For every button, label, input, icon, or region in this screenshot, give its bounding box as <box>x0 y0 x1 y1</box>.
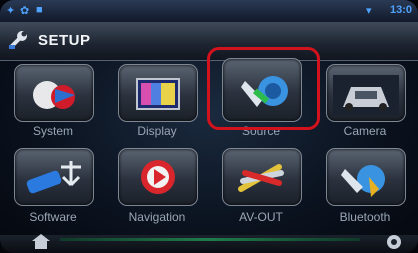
camera-icon <box>333 75 399 115</box>
bluetooth-icon <box>341 165 385 197</box>
display-label: Display <box>137 124 177 138</box>
system-icon <box>33 81 75 109</box>
navigation-icon <box>141 160 175 194</box>
display-tile[interactable] <box>118 64 198 122</box>
wrench-icon <box>9 31 27 49</box>
camera-label: Camera <box>343 124 387 138</box>
selection-highlight <box>207 47 320 130</box>
setup-screen: ✦ ✿ ■ ▾ 13:0 SETUP System Display Source… <box>0 0 418 253</box>
camera-tile[interactable] <box>326 64 406 122</box>
av-out-label: AV-OUT <box>239 210 283 224</box>
bluetooth-tile[interactable] <box>326 148 406 206</box>
navigation-tile[interactable] <box>118 148 198 206</box>
settings-small-icon: ✿ <box>20 5 30 17</box>
display-icon <box>136 78 180 110</box>
page-title: SETUP <box>38 32 91 49</box>
indicator-icon: ■ <box>36 4 43 16</box>
status-bar: ✦ ✿ ■ ▾ 13:0 <box>0 0 418 22</box>
bluetooth-label: Bluetooth <box>339 210 391 224</box>
gear-icon[interactable] <box>384 232 404 252</box>
signal-icon: ✦ <box>6 5 16 17</box>
clock: 13:0 <box>389 4 412 16</box>
home-icon[interactable] <box>30 232 52 250</box>
av-out-tile[interactable] <box>222 148 302 206</box>
wifi-icon: ▾ <box>366 5 372 17</box>
software-tile[interactable] <box>14 148 94 206</box>
navigation-label: Navigation <box>128 210 186 224</box>
software-label: Software <box>29 210 77 224</box>
system-tile[interactable] <box>14 64 94 122</box>
software-icon <box>26 161 81 194</box>
bottom-indicator <box>60 238 360 241</box>
system-label: System <box>32 124 73 138</box>
av-out-icon <box>238 164 284 192</box>
